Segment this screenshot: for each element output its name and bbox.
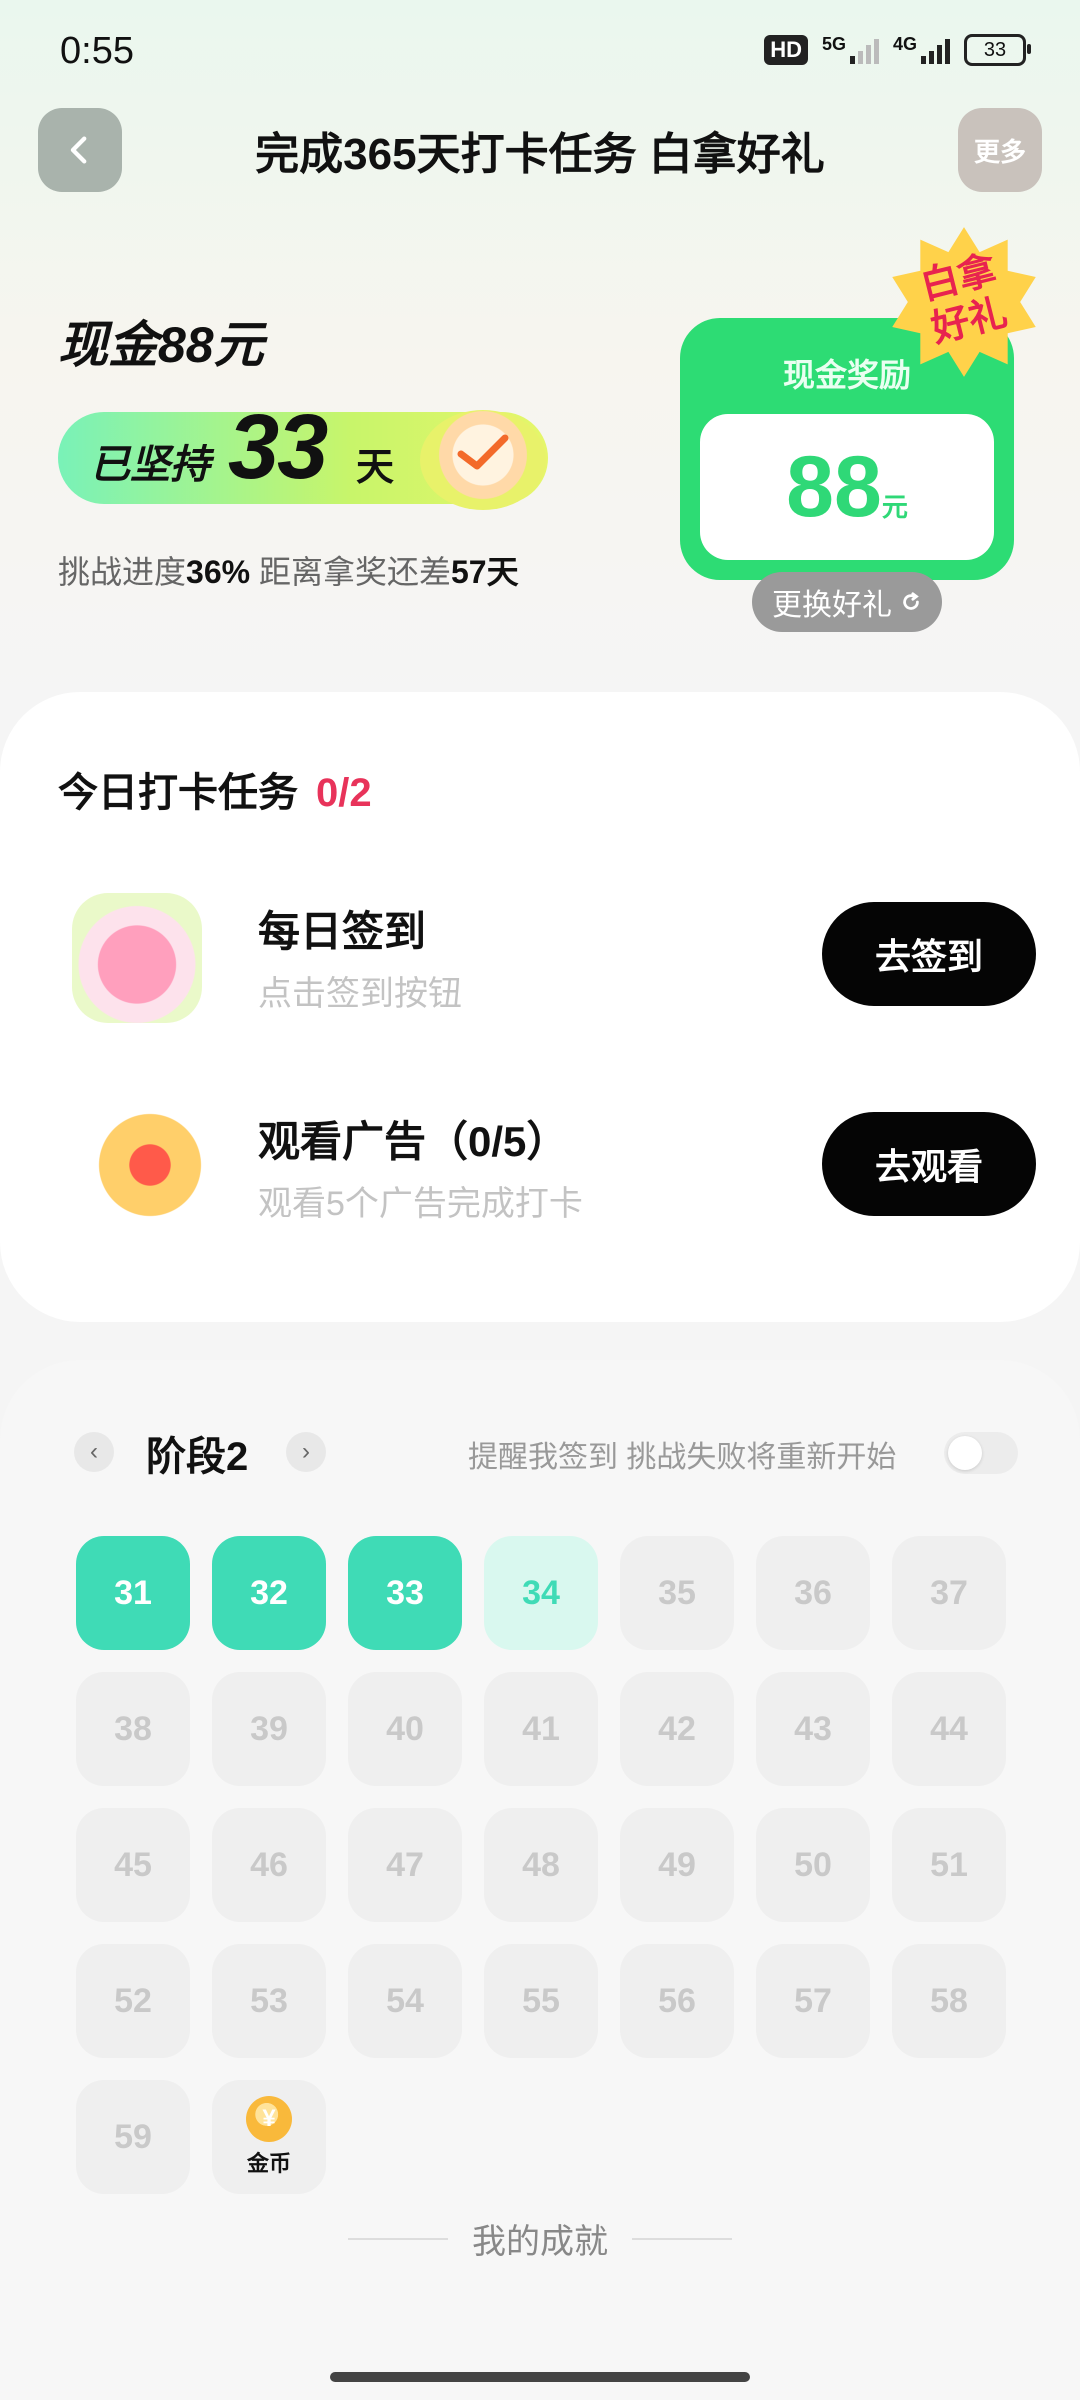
day-cell[interactable]: 42 [620,1672,734,1786]
coin-reward-cell[interactable]: ¥ 金币 [212,2080,326,2194]
coin-label: 金币 [246,2151,291,2176]
day-cell[interactable]: 45 [76,1808,190,1922]
reward-amount-value: 88 [786,439,882,535]
progress-text: 挑战进度36% 距离拿奖还差57天 [58,547,519,593]
persist-label: 已坚持 [90,443,210,487]
remaining-days: 57天 [450,554,519,590]
watch-ad-button[interactable]: 去观看 [822,1112,1036,1216]
achievements-label: 我的成就 [472,2223,608,2261]
day-cell[interactable]: 34 [484,1536,598,1650]
chevron-left-icon: ‹ [90,1438,98,1465]
tasks-header: 今日打卡任务 0/2 [58,760,372,818]
achievements-section[interactable]: 我的成就 [0,2214,1080,2263]
reward-unit: 元 [881,492,908,522]
day-cell[interactable]: 50 [756,1808,870,1922]
task-title: 每日签到 [258,908,427,955]
persist-days: 33 [228,396,328,498]
day-cell[interactable]: 40 [348,1672,462,1786]
day-cell[interactable]: 54 [348,1944,462,2058]
persist-unit: 天 [356,447,395,489]
day-cell[interactable]: 32 [212,1536,326,1650]
day-cell[interactable]: 37 [892,1536,1006,1650]
day-cell[interactable]: 49 [620,1808,734,1922]
day-cell[interactable]: 44 [892,1672,1006,1786]
day-cell[interactable]: 52 [76,1944,190,2058]
day-cell[interactable]: 33 [348,1536,462,1650]
day-cell[interactable]: 41 [484,1672,598,1786]
task-subtitle: 观看5个广告完成打卡 [258,1185,583,1223]
status-icons: HD 5G 4G 33 [764,34,1031,66]
day-cell[interactable]: 47 [348,1808,462,1922]
day-cell[interactable]: 58 [892,1944,1006,2058]
day-cell[interactable]: 43 [756,1672,870,1786]
remind-text: 提醒我签到 挑战失败将重新开始 [468,1441,897,1474]
status-time: 0:55 [60,30,134,72]
day-cell[interactable]: 55 [484,1944,598,2058]
change-gift-label: 更换好礼 [772,589,892,622]
day-cell[interactable]: 59 [76,2080,190,2194]
divider [632,2237,732,2240]
prev-stage-button[interactable]: ‹ [74,1432,114,1472]
tasks-count: 0/2 [316,771,372,815]
mascot-icon [420,410,546,510]
remaining-prefix: 距离拿奖还差 [258,554,451,590]
day-cell[interactable]: 56 [620,1944,734,2058]
next-stage-button[interactable]: › [286,1432,326,1472]
signal-icon [849,36,879,64]
day-cell[interactable]: 53 [212,1944,326,2058]
refresh-icon [903,592,919,610]
change-gift-button[interactable]: 更换好礼 [752,572,942,632]
stage-title: 阶段2 [146,1435,249,1479]
home-indicator[interactable] [330,2372,750,2382]
checkmark-icon [457,434,509,470]
day-cell[interactable]: 57 [756,1944,870,2058]
day-cell[interactable]: 51 [892,1808,1006,1922]
divider [348,2237,448,2240]
hd-icon: HD [764,35,808,65]
battery-level: 33 [983,38,1007,61]
tasks-header-label: 今日打卡任务 [58,771,298,815]
task-subtitle: 点击签到按钮 [258,975,462,1013]
day-grid: 31 32 33 34 35 36 37 38 39 40 41 42 43 44 45 46 47 48 49 50… [76,1536,1006,2194]
battery-icon: 33 [964,34,1031,66]
task-title: 观看广告（0/5） [258,1118,569,1165]
network-5g-label: 5G [821,34,846,54]
day-cell[interactable]: 31 [76,1536,190,1650]
signal-icon [921,36,950,64]
day-cell[interactable]: 46 [212,1808,326,1922]
day-cell[interactable]: 36 [756,1536,870,1650]
chevron-right-icon: › [302,1438,310,1465]
more-button[interactable]: 更多 [958,108,1042,192]
day-cell[interactable]: 48 [484,1808,598,1922]
sign-in-button[interactable]: 去签到 [822,902,1036,1006]
remind-toggle-knob[interactable] [948,1436,982,1470]
progress-prefix: 挑战进度 [58,554,187,590]
day-cell[interactable]: 39 [212,1672,326,1786]
cash-title: 现金88元 [58,317,264,373]
coin-icon: ¥ [246,2096,292,2142]
reward-amount: 88元 [700,438,994,537]
network-4g-label: 4G [892,34,917,54]
day-cell[interactable]: 38 [76,1672,190,1786]
calendar-heart-icon [72,893,202,1023]
day-cell[interactable]: 35 [620,1536,734,1650]
page-title: 完成365天打卡任务 白拿好礼 [255,130,825,179]
progress-pct: 36% [186,554,251,590]
gift-box-icon [85,1100,215,1230]
